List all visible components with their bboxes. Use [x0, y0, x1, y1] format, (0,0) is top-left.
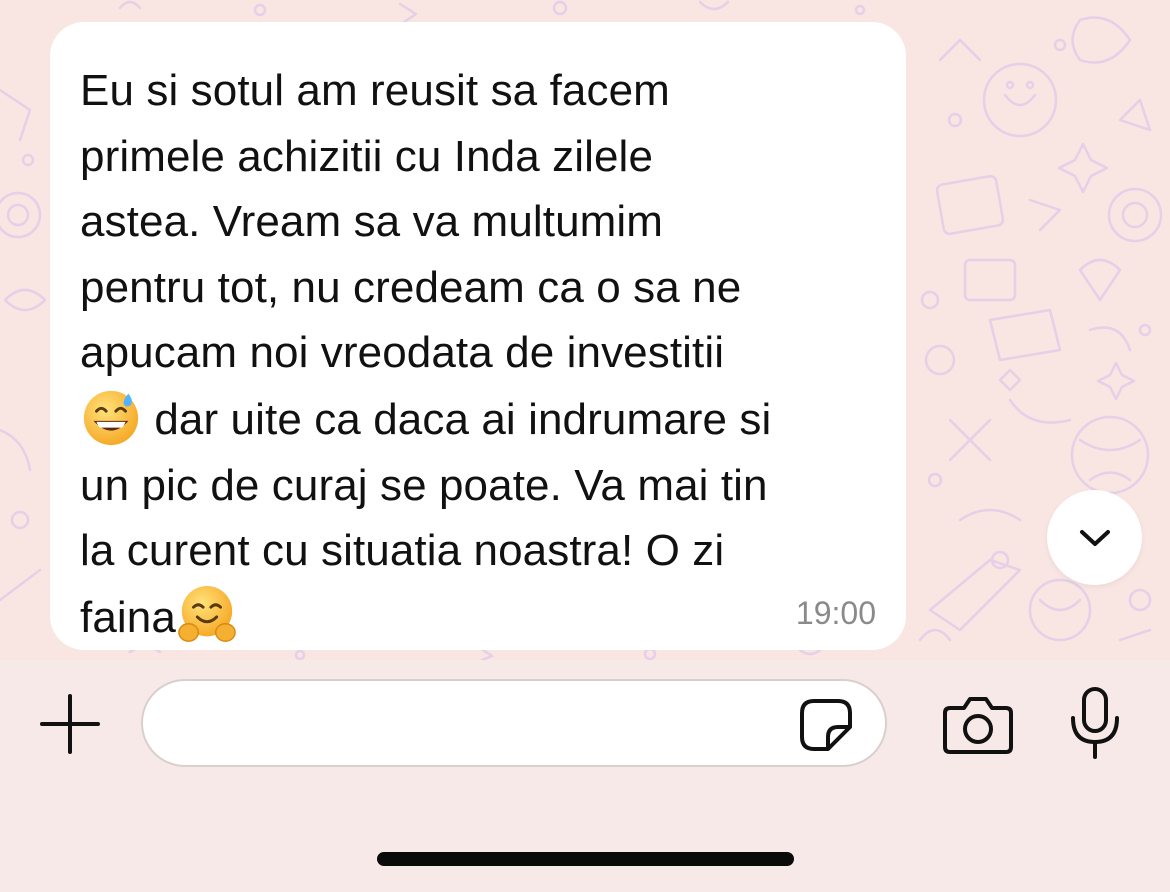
- message-line: la curent cu situatia noastra! O zi: [80, 526, 725, 576]
- chevron-down-icon: [1079, 529, 1110, 546]
- scroll-to-bottom-button[interactable]: [1047, 490, 1142, 585]
- message-bubble[interactable]: Eu si sotul am reusit sa facem primele a…: [50, 22, 906, 650]
- message-text: Eu si sotul am reusit sa facem primele a…: [80, 58, 886, 650]
- message-timestamp: 19:00: [795, 595, 876, 631]
- message-line: astea. Vream sa va multumim: [80, 197, 664, 247]
- message-line-text: faina: [80, 592, 176, 642]
- attach-button[interactable]: [38, 692, 102, 756]
- sticker-icon: [800, 699, 852, 751]
- home-indicator[interactable]: [377, 852, 794, 866]
- message-line-with-emoji: dar uite ca daca ai indrumare si: [80, 386, 886, 453]
- message-input[interactable]: [173, 699, 797, 749]
- hugging-face-emoji: [176, 584, 238, 646]
- message-line: un pic de curaj se poate. Va mai tin: [80, 460, 768, 510]
- message-line: pentru tot, nu credeam ca o sa ne: [80, 262, 742, 312]
- plus-icon: [40, 694, 100, 754]
- sticker-button[interactable]: [798, 697, 854, 753]
- message-input-field[interactable]: [141, 679, 887, 767]
- message-line-with-emoji: faina: [80, 584, 886, 651]
- message-line: apucam noi vreodata de investitii: [80, 328, 725, 378]
- grinning-face-with-sweat-emoji: [80, 386, 142, 448]
- message-line-text: dar uite ca daca ai indrumare si: [142, 394, 772, 444]
- microphone-icon: [1071, 687, 1119, 759]
- camera-button[interactable]: [942, 694, 1014, 756]
- voice-message-button[interactable]: [1068, 686, 1122, 760]
- chat-area[interactable]: Eu si sotul am reusit sa facem primele a…: [0, 0, 1170, 660]
- message-line: Eu si sotul am reusit sa facem: [80, 66, 670, 115]
- message-line: primele achizitii cu Inda zilele: [80, 131, 654, 181]
- camera-icon: [943, 697, 1013, 754]
